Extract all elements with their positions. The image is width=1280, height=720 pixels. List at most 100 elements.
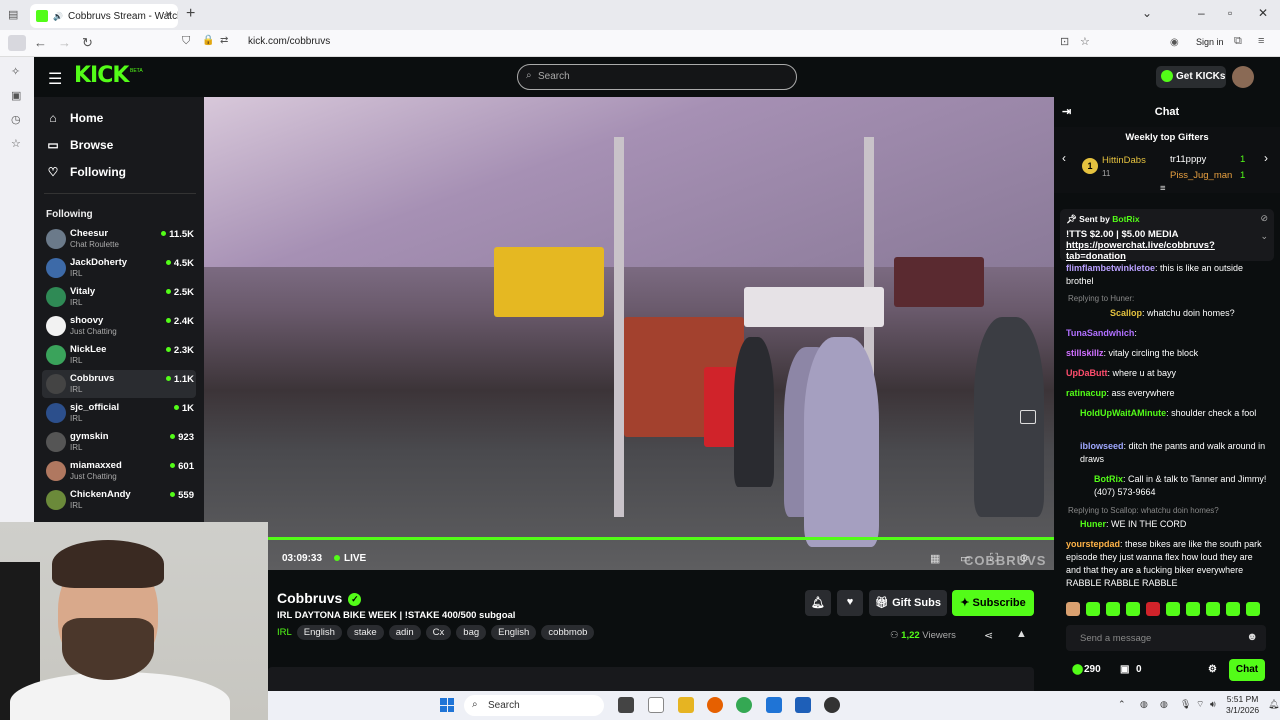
chat-username[interactable]: Huner	[1080, 519, 1106, 529]
chat-username[interactable]: TunaSandwhich	[1066, 328, 1134, 338]
search-input[interactable]: ⌕ Search	[517, 64, 797, 90]
emote-icon[interactable]	[1066, 602, 1080, 616]
gift-subs-button[interactable]: 🎁︎ Gift Subs	[869, 590, 947, 616]
channel-item[interactable]: sjc_official IRL 1K	[42, 399, 196, 427]
new-tab-icon[interactable]: +	[186, 5, 195, 23]
lock-icon[interactable]: 🔒	[202, 35, 214, 46]
tag[interactable]: adin	[388, 625, 421, 640]
emoji-icon[interactable]: ☻	[1246, 631, 1258, 643]
picture-in-picture-icon[interactable]	[1020, 410, 1036, 424]
browser-tab[interactable]: 🔊 Cobbruvs Stream - Watch L ×	[30, 4, 178, 28]
tag[interactable]: Cx	[425, 625, 452, 640]
audio-icon[interactable]: 🔊	[53, 12, 63, 21]
emote-icon[interactable]	[1226, 602, 1240, 616]
obs-icon[interactable]	[824, 697, 840, 713]
tag[interactable]: English	[491, 625, 537, 640]
clip-icon[interactable]: ▦	[930, 552, 940, 565]
sign-in-link[interactable]: Sign in	[1196, 37, 1224, 47]
microphone-icon[interactable]: 🎙︎	[1180, 699, 1191, 710]
send-chat-button[interactable]: Chat	[1229, 659, 1265, 681]
chat-settings-icon[interactable]: ⚙	[1208, 664, 1217, 675]
wifi-icon[interactable]: ⌔	[1196, 699, 1204, 710]
chat-username[interactable]: yourstepdad	[1066, 539, 1120, 549]
emote-icon[interactable]	[1186, 602, 1200, 616]
menu-icon[interactable]: ≡	[1258, 35, 1264, 47]
taskbar-search[interactable]: ⌕ Search	[464, 695, 604, 716]
tag[interactable]: stake	[346, 625, 384, 640]
reply-context[interactable]: Replying to Scallop: whatchu doin homes?	[1068, 506, 1219, 515]
windows-start-icon[interactable]	[440, 698, 454, 712]
nav-browse[interactable]: ▭ Browse	[46, 138, 113, 152]
channel-item[interactable]: NickLee IRL 2.3K	[42, 341, 196, 369]
chat-username[interactable]: BotRix	[1094, 474, 1123, 484]
reply-context[interactable]: Replying to Huner:	[1068, 294, 1134, 303]
settings-gear-icon[interactable]: ⚙	[1019, 552, 1029, 565]
notification-bell-button[interactable]: 🔔︎	[805, 590, 831, 616]
tray-overflow-icon[interactable]: ⌃	[1118, 699, 1126, 710]
maximize-icon[interactable]: ▫	[1228, 6, 1232, 20]
close-window-icon[interactable]: ✕	[1258, 6, 1268, 20]
pinned-sender-name[interactable]: BotRix	[1112, 214, 1139, 224]
points-count[interactable]: 290	[1084, 664, 1101, 675]
notepad-icon[interactable]	[648, 697, 664, 713]
get-kicks-button[interactable]: Get KICKs	[1156, 66, 1226, 88]
clock[interactable]: 5:51 PM 3/1/2026	[1226, 694, 1259, 716]
channel-item[interactable]: JackDoherty IRL 4.5K	[42, 254, 196, 282]
chat-username[interactable]: HoldUpWaitAMinute	[1080, 408, 1166, 418]
tab-list-icon[interactable]: ▤	[8, 8, 18, 21]
account-icon[interactable]: ◉	[1170, 37, 1179, 48]
tag[interactable]: cobbmob	[541, 625, 595, 640]
expand-icon[interactable]: ≡	[1160, 183, 1166, 194]
pinned-link[interactable]: https://powerchat.live/cobbruvs?tab=dona…	[1066, 240, 1215, 262]
chat-input[interactable]: Send a message ☻	[1066, 625, 1266, 651]
permissions-icon[interactable]: ⇄	[220, 35, 228, 46]
category-link[interactable]: IRL	[277, 627, 292, 638]
theater-mode-icon[interactable]: ▭	[960, 552, 970, 565]
gifter-name[interactable]: HittinDabs	[1102, 155, 1146, 166]
chat-username[interactable]: stillskillz	[1066, 348, 1104, 358]
bookmarks-icon[interactable]: ☆	[11, 137, 21, 150]
fullscreen-icon[interactable]: ⛶	[990, 552, 998, 565]
channel-item[interactable]: Cheesur Chat Roulette 11.5K	[42, 225, 196, 253]
video-progress-bar[interactable]	[268, 537, 1054, 540]
channel-item[interactable]: gymskin IRL 923	[42, 428, 196, 456]
extensions-icon[interactable]: ⧉	[1234, 35, 1242, 48]
channel-item[interactable]: Vitaly IRL 2.5K	[42, 283, 196, 311]
share-icon[interactable]: ⋖	[984, 629, 993, 642]
nav-home[interactable]: ⌂ Home	[46, 111, 103, 125]
emote-icon[interactable]	[1166, 602, 1180, 616]
emote-icon[interactable]	[1146, 602, 1160, 616]
task-view-icon[interactable]	[618, 697, 634, 713]
chevron-left-icon[interactable]: ‹	[1062, 151, 1066, 165]
back-icon[interactable]: ←	[34, 35, 47, 50]
gifter-name[interactable]: Piss_Jug_man	[1170, 170, 1232, 181]
chevron-down-icon[interactable]: ⌄	[1260, 231, 1268, 242]
video-player[interactable]	[204, 97, 1054, 570]
channel-item[interactable]: miamaxxed Just Chatting 601	[42, 457, 196, 485]
kick-logo[interactable]: KICK	[74, 63, 129, 88]
emote-icon[interactable]	[1106, 602, 1120, 616]
emote-icon[interactable]	[1126, 602, 1140, 616]
url-field[interactable]: kick.com/cobbruvs	[248, 36, 330, 47]
app-icon[interactable]	[766, 697, 782, 713]
ai-chat-icon[interactable]: ✧	[11, 65, 20, 78]
bookmark-star-icon[interactable]: ☆	[1080, 35, 1090, 48]
streamer-name[interactable]: Cobbruvs ✓	[277, 590, 362, 606]
tray-app-icon[interactable]: ◍	[1160, 699, 1168, 710]
firefox-icon[interactable]	[707, 697, 723, 713]
channel-item[interactable]: ChickenAndy IRL 559	[42, 486, 196, 514]
chat-username[interactable]: iblowseed	[1080, 441, 1124, 451]
shield-icon[interactable]: ⛉	[182, 35, 190, 48]
gift-count[interactable]: 0	[1136, 664, 1142, 675]
emote-icon[interactable]	[1246, 602, 1260, 616]
chat-username[interactable]: ratinacup	[1066, 388, 1107, 398]
unpin-icon[interactable]: ⊘	[1260, 213, 1268, 224]
subscribe-button[interactable]: ✦ Subscribe	[952, 590, 1034, 616]
follow-heart-button[interactable]: ♥	[837, 590, 863, 616]
notification-bell-icon[interactable]: 🔔︎	[1268, 699, 1279, 710]
synced-tabs-icon[interactable]: ▣	[11, 89, 21, 102]
collapse-chat-icon[interactable]: ⇥	[1062, 105, 1071, 118]
save-page-icon[interactable]: ⊡	[1060, 35, 1069, 48]
close-tab-icon[interactable]: ×	[165, 7, 172, 21]
emote-icon[interactable]	[1086, 602, 1100, 616]
